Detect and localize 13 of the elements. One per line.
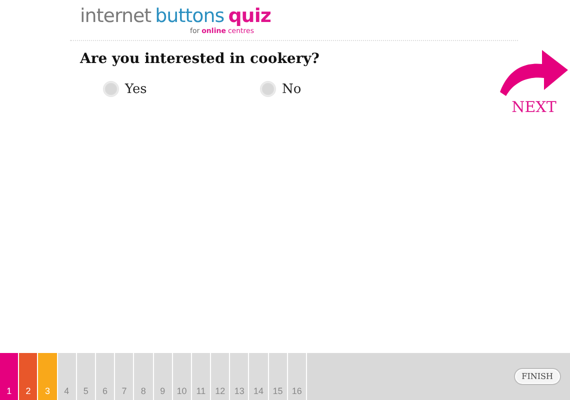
puzzle-piece[interactable]: 2 [19, 353, 38, 400]
finish-button[interactable]: FINISH [514, 369, 560, 384]
puzzle-piece[interactable]: 1 [0, 353, 20, 400]
option-label[interactable]: No [282, 82, 302, 96]
option-label[interactable]: Yes [125, 82, 147, 96]
radio-button[interactable] [103, 81, 119, 97]
radio-button[interactable] [260, 81, 276, 97]
logo-word: quiz [228, 5, 271, 27]
puzzle-piece[interactable]: 3 [38, 353, 58, 400]
next-button[interactable]: NEXT [498, 48, 570, 116]
question-text: Are you interested in cookery? [80, 51, 321, 67]
logo-word: buttons [155, 5, 224, 27]
logo-word: internet [80, 5, 152, 27]
